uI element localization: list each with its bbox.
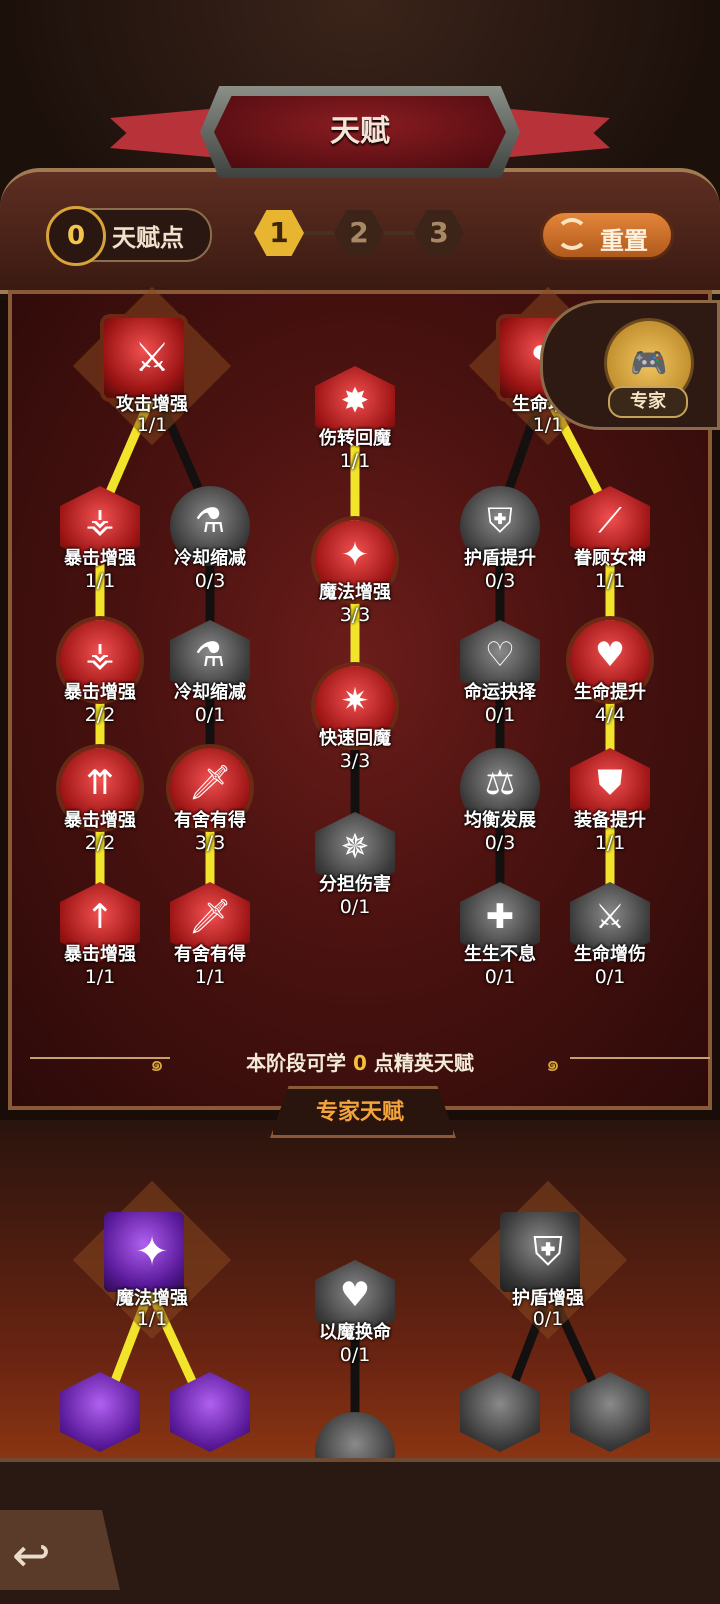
talent-node-life-damage[interactable]: ⚔ 生命增伤 0/1 [570, 882, 650, 988]
divider-right [570, 1057, 710, 1059]
talent-node-attack-boost[interactable]: ⚔ 攻击增强 1/1 [72, 286, 232, 446]
talent-node-fate-choice[interactable]: ♡ 命运抉择 0/1 [460, 620, 540, 726]
phase-suffix: 点精英天赋 [373, 1051, 474, 1075]
talent-node-equipment-up[interactable]: ⛊ 装备提升 1/1 [570, 748, 650, 854]
node-name: 护盾增强 [512, 1288, 584, 1309]
node-level: 3/3 [339, 604, 371, 626]
gamepad-icon: 🎮 [630, 346, 668, 381]
expert-section-title: 专家天赋 [315, 1100, 404, 1125]
talent-node-balanced-growth[interactable]: ⚖ 均衡发展 0/3 [460, 748, 540, 854]
node-level: 2/2 [84, 704, 116, 726]
node-name: 伤转回魔 [319, 428, 391, 449]
node-level: 1/1 [594, 570, 626, 592]
node-level: 1/1 [136, 1308, 168, 1330]
node-level: 4/4 [594, 704, 626, 726]
back-arrow-icon: ↩ [12, 1528, 51, 1582]
node-name: 以魔换命 [319, 1322, 391, 1343]
expert-node-shield-boost[interactable]: ⛨ 护盾增强 0/1 [468, 1180, 628, 1340]
talent-node-life-up[interactable]: ♥ 生命提升 4/4 [570, 620, 650, 726]
talent-node-shield-up[interactable]: ⛨ 护盾提升 0/3 [460, 486, 540, 592]
node-level: 1/1 [84, 966, 116, 988]
node-name: 快速回魔 [319, 728, 391, 749]
talent-node-crit-boost-2[interactable]: ⚶ 暴击增强 2/2 [60, 620, 140, 726]
talent-node-crit-boost-4[interactable]: ↑ 暴击增强 1/1 [60, 882, 140, 988]
node-level: 0/1 [484, 966, 516, 988]
node-level: 1/1 [136, 414, 168, 436]
node-level: 0/1 [532, 1308, 564, 1330]
node-name: 冷却缩减 [174, 682, 246, 703]
node-level: 1/1 [594, 832, 626, 854]
talent-node-crit-boost-1[interactable]: ⚶ 暴击增强 1/1 [60, 486, 140, 592]
talent-node-quick-mana[interactable]: ✷ 快速回魔 3/3 [315, 666, 395, 772]
talent-node-cooldown-reduce-2[interactable]: ⚗ 冷却缩减 0/1 [170, 620, 250, 726]
node-name: 装备提升 [574, 810, 646, 831]
divider-left [30, 1057, 170, 1059]
node-level: 1/1 [339, 450, 371, 472]
node-level: 0/3 [194, 570, 226, 592]
talent-node-damage-to-mana[interactable]: ✸ 伤转回魔 1/1 [315, 366, 395, 472]
node-level: 3/3 [339, 750, 371, 772]
node-name: 眷顾女神 [574, 548, 646, 569]
sparkle-icon: ✦ [135, 1229, 169, 1275]
node-level: 1/1 [194, 966, 226, 988]
node-level: 2/2 [84, 832, 116, 854]
talent-node-share-damage[interactable]: ✵ 分担伤害 0/1 [315, 812, 395, 918]
node-level: 0/1 [339, 1344, 371, 1366]
talent-node-give-and-take-1[interactable]: 🗡 有舍有得 3/3 [170, 748, 250, 854]
expert-node-magic-boost[interactable]: ✦ 魔法增强 1/1 [72, 1180, 232, 1340]
talent-node-magic-boost[interactable]: ✦ 魔法增强 3/3 [315, 520, 395, 626]
talent-node-crit-boost-3[interactable]: ⇈ 暴击增强 2/2 [60, 748, 140, 854]
node-level: 0/1 [194, 704, 226, 726]
swirl-icon: ๑ [150, 1052, 164, 1077]
swirl-icon: ๑ [546, 1052, 560, 1077]
node-name: 魔法增强 [319, 582, 391, 603]
node-name: 冷却缩减 [174, 548, 246, 569]
node-name: 生命增伤 [574, 944, 646, 965]
node-level: 0/1 [484, 704, 516, 726]
talent-node-give-and-take-2[interactable]: 🗡 有舍有得 1/1 [170, 882, 250, 988]
talent-node-endless-life[interactable]: ✚ 生生不息 0/1 [460, 882, 540, 988]
node-level: 0/1 [339, 896, 371, 918]
node-name: 生命提升 [574, 682, 646, 703]
expert-badge-label: 专家 [608, 386, 688, 418]
phase-info: 本阶段可学 0 点精英天赋 [200, 1047, 520, 1076]
talent-node-goddess-favor[interactable]: ⟋ 眷顾女神 1/1 [570, 486, 650, 592]
node-name: 有舍有得 [174, 810, 246, 831]
shield-up-icon: ⛨ [533, 1229, 563, 1275]
node-level: 0/3 [484, 570, 516, 592]
talent-node-cooldown-reduce-1[interactable]: ⚗ 冷却缩减 0/3 [170, 486, 250, 592]
node-name: 分担伤害 [319, 874, 391, 895]
phase-count: 0 [353, 1051, 367, 1075]
sword-icon: ⚔ [134, 335, 170, 381]
node-name: 有舍有得 [174, 944, 246, 965]
node-name: 魔法增强 [116, 1288, 188, 1309]
phase-prefix: 本阶段可学 [246, 1051, 347, 1075]
node-name: 攻击增强 [116, 394, 188, 415]
node-level: 0/1 [594, 966, 626, 988]
expert-node-mana-for-life[interactable]: ♥ 以魔换命 0/1 [315, 1260, 395, 1366]
node-level: 3/3 [194, 832, 226, 854]
node-level: 1/1 [84, 570, 116, 592]
node-level: 0/3 [484, 832, 516, 854]
